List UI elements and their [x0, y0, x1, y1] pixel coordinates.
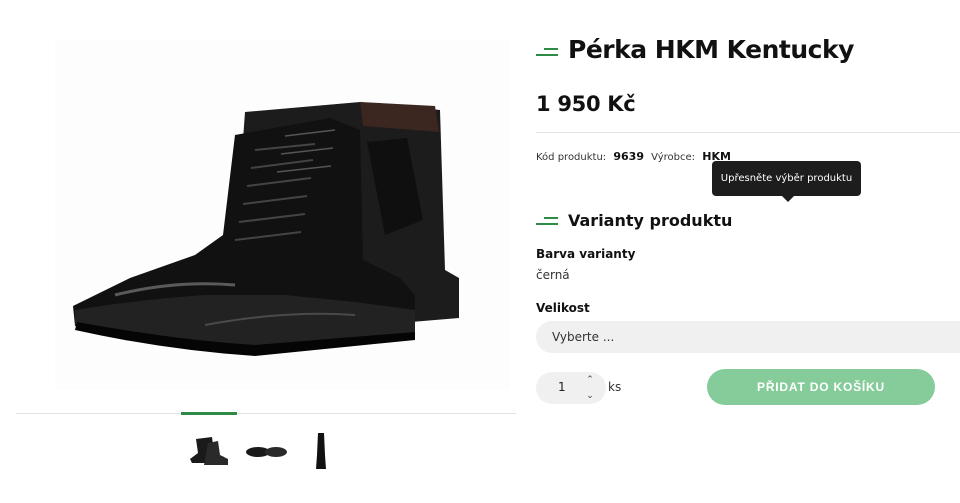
chevron-down-icon[interactable]: ⌄: [584, 391, 596, 401]
add-to-cart-button[interactable]: PŘIDAT DO KOŠÍKU: [707, 369, 935, 405]
quantity-unit: ks: [608, 380, 622, 394]
product-code-label: Kód produktu:: [536, 152, 607, 163]
variants-heading: Varianty produktu: [568, 211, 733, 230]
color-variant-value: černá: [536, 268, 570, 282]
thumbnail-sole-view[interactable]: [240, 425, 290, 475]
product-title: Pérka HKM Kentucky: [568, 35, 854, 64]
color-variant-label: Barva varianty: [536, 247, 636, 261]
size-select-value: Vyberte ...: [552, 330, 615, 344]
active-thumbnail-indicator: [181, 412, 237, 415]
product-code-value: 9639: [613, 150, 644, 163]
boot-front-thumbnail-icon: [316, 433, 326, 469]
price-divider: [536, 132, 960, 133]
manufacturer-label: Výrobce:: [651, 152, 696, 163]
product-meta: Kód produktu: 9639 Výrobce: HKM: [536, 150, 735, 163]
title-accent-icon: [536, 46, 558, 58]
product-gallery: [0, 0, 530, 503]
thumbnail-strip: [178, 425, 348, 475]
variants-accent-icon: [536, 215, 558, 227]
thumbnail-front-view[interactable]: [296, 425, 346, 475]
size-label: Velikost: [536, 301, 590, 315]
main-product-image[interactable]: [55, 40, 510, 390]
tooltip-arrow-icon: [782, 196, 794, 202]
product-price: 1 950 Kč: [536, 92, 636, 116]
product-info: Pérka HKM Kentucky 1 950 Kč Kód produktu…: [536, 0, 960, 503]
thumbnail-divider: [16, 413, 516, 414]
quantity-value[interactable]: 1: [558, 380, 566, 394]
size-select[interactable]: Vyberte ...: [536, 321, 960, 353]
chevron-up-icon[interactable]: ⌃: [584, 375, 596, 385]
boot-sole-thumbnail-icon: [246, 447, 287, 457]
quantity-stepper[interactable]: 1 ⌃ ⌄: [536, 372, 606, 404]
thumbnail-side-view[interactable]: [184, 425, 234, 475]
variant-tooltip: Upřesněte výběr produktu: [712, 161, 861, 196]
boot-side-thumbnail-icon: [190, 437, 228, 465]
boot-pair-image: [73, 102, 459, 356]
